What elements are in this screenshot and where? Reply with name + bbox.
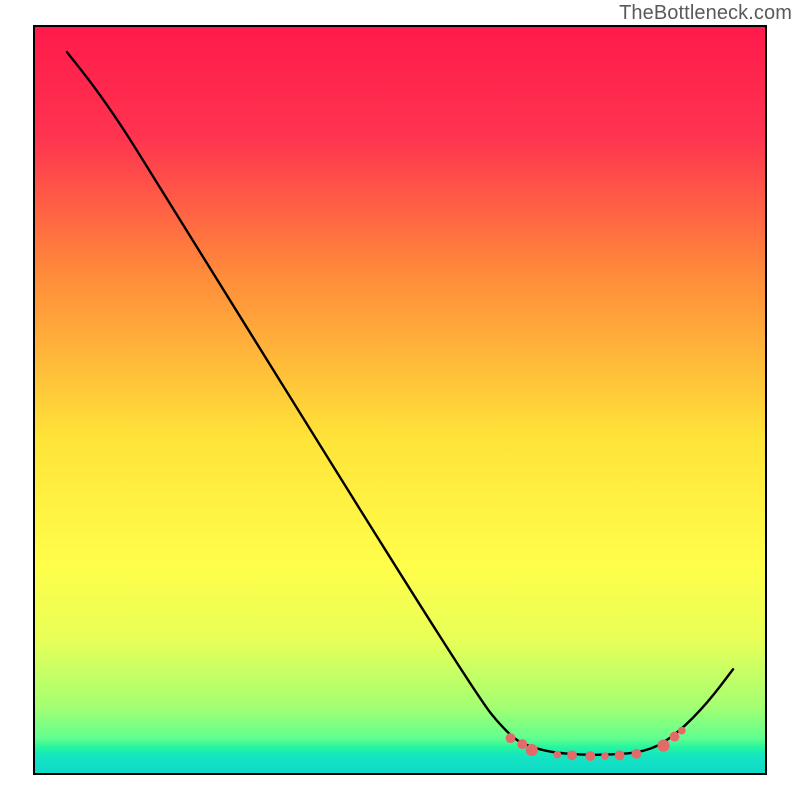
bottleneck-chart: TheBottleneck.com <box>0 0 800 800</box>
data-marker <box>657 740 669 752</box>
data-marker <box>585 751 595 761</box>
data-marker <box>678 727 686 735</box>
data-marker <box>517 739 527 749</box>
data-marker <box>506 733 516 743</box>
data-marker <box>567 750 577 760</box>
data-marker <box>526 744 538 756</box>
attribution-label: TheBottleneck.com <box>619 2 792 25</box>
data-marker <box>670 732 680 742</box>
data-marker <box>615 750 625 760</box>
data-marker <box>631 749 641 759</box>
data-marker <box>554 751 562 759</box>
chart-plot <box>0 0 800 800</box>
plot-background <box>34 26 766 774</box>
data-marker <box>601 752 609 760</box>
